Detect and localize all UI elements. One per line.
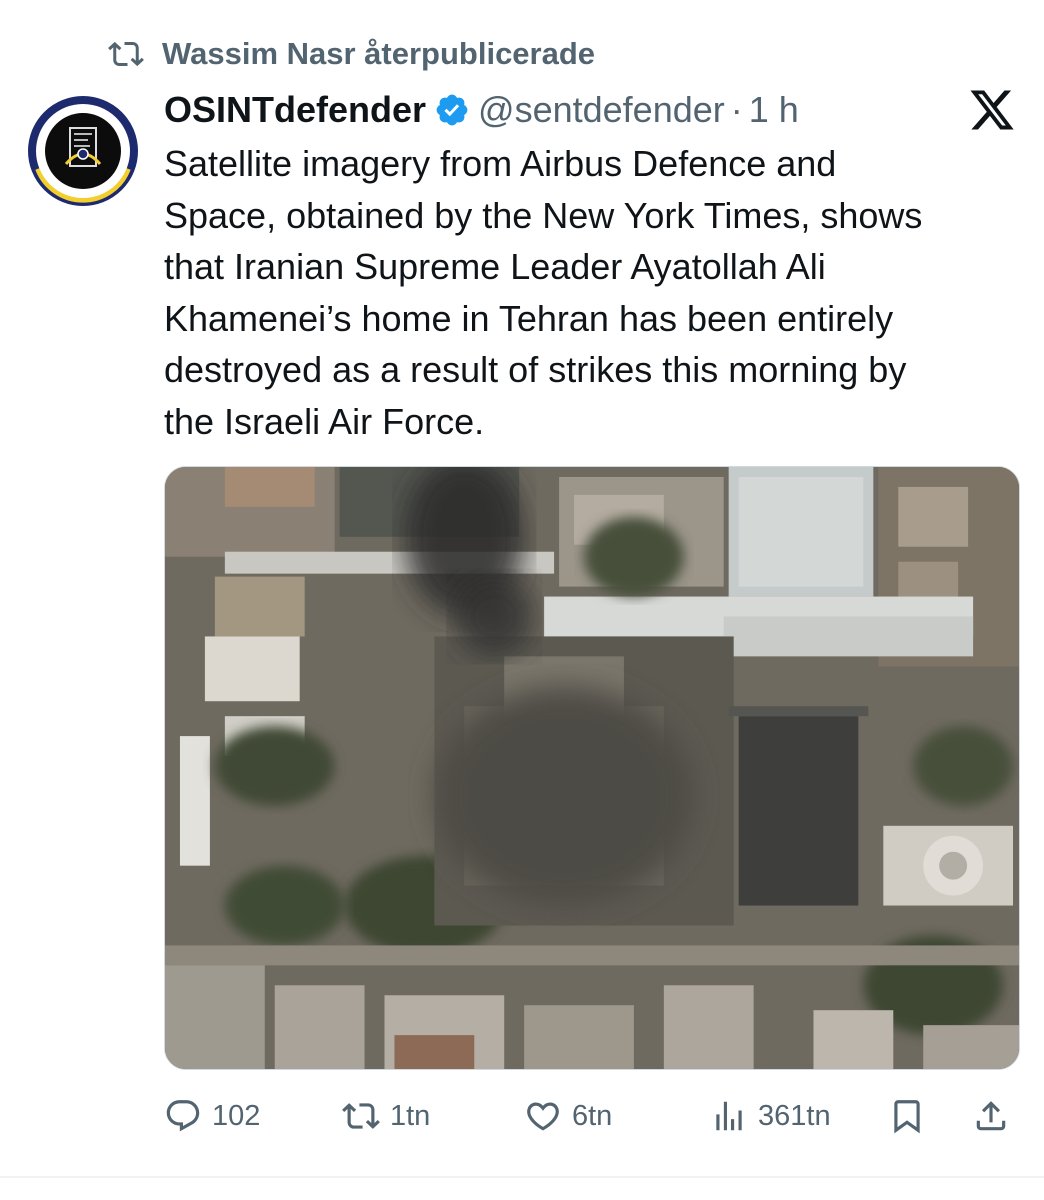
divider: [0, 1176, 1044, 1178]
repost-icon: [342, 1103, 380, 1129]
author-handle[interactable]: @sentdefender: [478, 89, 725, 131]
repost-label: Wassim Nasr återpublicerade: [162, 36, 596, 71]
repost-indicator[interactable]: Wassim Nasr återpublicerade: [108, 34, 595, 74]
share-icon: [976, 1101, 1006, 1131]
like-button[interactable]: 6tn: [524, 1088, 612, 1144]
heart-icon: [527, 1102, 559, 1131]
views-button[interactable]: 361tn: [710, 1088, 831, 1144]
repost-icon: [108, 41, 144, 67]
osint-defender-logo: [27, 95, 139, 207]
reply-count: 102: [212, 1099, 261, 1132]
repost-button[interactable]: 1tn: [342, 1088, 430, 1144]
view-count: 361tn: [758, 1099, 831, 1132]
tweet-image[interactable]: [164, 466, 1020, 1070]
tweet-header: OSINTdefender @sentdefender · 1 h: [164, 86, 799, 134]
author-name[interactable]: OSINTdefender: [164, 89, 426, 131]
reply-icon: [166, 1100, 200, 1132]
views-chart-icon: [716, 1101, 742, 1131]
like-count: 6tn: [572, 1099, 613, 1132]
post-time[interactable]: 1 h: [749, 89, 799, 131]
avatar[interactable]: [26, 94, 140, 208]
verified-badge-icon: [436, 94, 468, 126]
reply-button[interactable]: 102: [164, 1088, 260, 1144]
bookmark-button[interactable]: [888, 1088, 926, 1144]
x-logo-icon: [970, 90, 1014, 130]
satellite-image: [165, 467, 1019, 1069]
action-bar: 102 1tn 6tn 361tn: [164, 1088, 1024, 1144]
repost-count: 1tn: [390, 1099, 431, 1132]
bookmark-icon: [894, 1100, 920, 1134]
share-button[interactable]: [972, 1088, 1010, 1144]
tweet-text: Satellite imagery from Airbus Defence an…: [164, 143, 923, 442]
separator-dot: ·: [730, 89, 743, 130]
